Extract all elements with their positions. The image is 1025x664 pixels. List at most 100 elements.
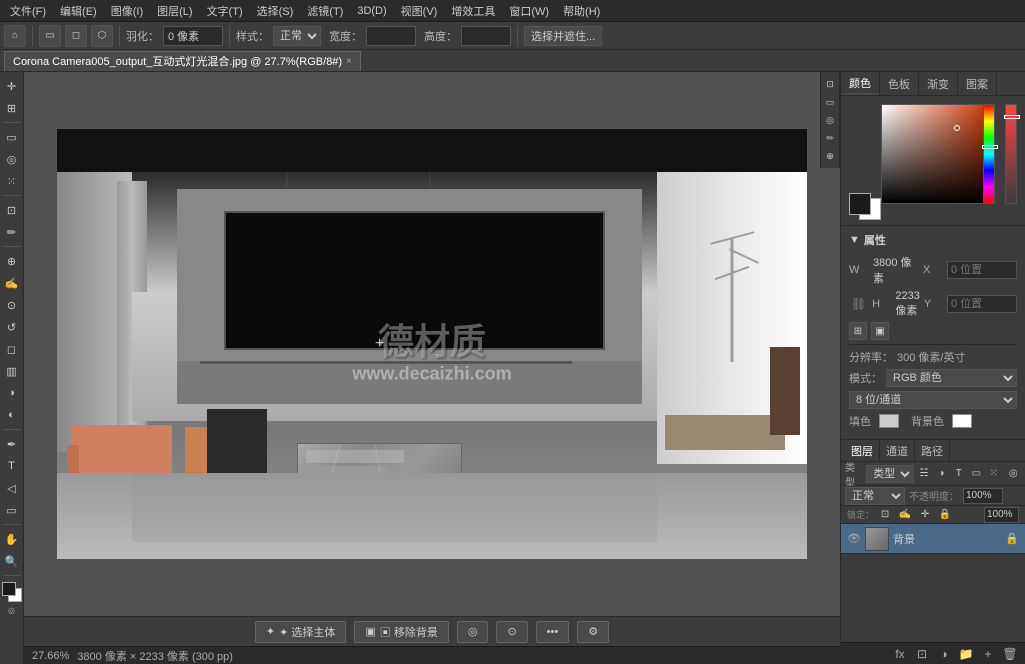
- foreground-color-swatch[interactable]: [2, 582, 16, 596]
- pen-tool[interactable]: ✒: [2, 434, 22, 454]
- crop-tool[interactable]: ⊡: [2, 200, 22, 220]
- panel-tab-swatches[interactable]: 色板: [880, 73, 919, 95]
- filter-adj-btn[interactable]: ◑: [934, 465, 949, 483]
- fill-input[interactable]: [984, 507, 1019, 523]
- lasso-tool[interactable]: ◎: [2, 149, 22, 169]
- height-input[interactable]: [461, 26, 511, 46]
- bottom-icon-3[interactable]: ◎: [457, 621, 489, 643]
- opacity-label: 不透明度：: [909, 488, 959, 503]
- quick-select-tool[interactable]: ⁙: [2, 171, 22, 191]
- select-mask-button[interactable]: 选择并遮住...: [524, 26, 602, 46]
- gradient-cursor: [954, 125, 960, 131]
- layer-fx-button[interactable]: fx: [891, 645, 909, 663]
- tab-close-button[interactable]: ×: [346, 56, 352, 67]
- layers-options: 正常 不透明度：: [841, 486, 1025, 506]
- fill-canvas-button[interactable]: ▣: [871, 322, 889, 340]
- filter-text-btn[interactable]: T: [951, 465, 966, 483]
- blur-tool[interactable]: ◑: [2, 383, 22, 403]
- eraser-tool[interactable]: ◻: [2, 339, 22, 359]
- bottom-more-button[interactable]: •••: [536, 621, 570, 643]
- filter-pixel-btn[interactable]: ☵: [916, 465, 931, 483]
- foreground-color-box[interactable]: [849, 193, 871, 215]
- eyedropper-tool[interactable]: ✏: [2, 222, 22, 242]
- filter-toggle-btn[interactable]: ◎: [1006, 465, 1021, 483]
- menu-text[interactable]: 文字(T): [201, 1, 249, 21]
- menu-window[interactable]: 窗口(W): [503, 1, 555, 21]
- menu-view[interactable]: 视图(V): [395, 1, 444, 21]
- tab-layers[interactable]: 图层: [845, 441, 880, 461]
- layer-new-button[interactable]: +: [979, 645, 997, 663]
- layer-item-background[interactable]: 👁 背景 🔒: [841, 524, 1025, 554]
- text-tool[interactable]: T: [2, 456, 22, 476]
- lock-all-btn[interactable]: 🔒: [936, 506, 954, 524]
- width-input[interactable]: [366, 26, 416, 46]
- panel-tab-gradient[interactable]: 渐变: [919, 73, 958, 95]
- layer-mask-button[interactable]: ⊡: [913, 645, 931, 663]
- lock-transparent-pixels-btn[interactable]: ⊡: [876, 506, 894, 524]
- y-position-input[interactable]: [947, 295, 1017, 313]
- gradient-tool[interactable]: ▥: [2, 361, 22, 381]
- canvas-container[interactable]: 德材质 www.decaizhi.com: [24, 72, 840, 616]
- layer-delete-button[interactable]: 🗑: [1001, 645, 1019, 663]
- dodge-tool[interactable]: ◐: [2, 405, 22, 425]
- menu-3d[interactable]: 3D(D): [351, 3, 392, 19]
- bottom-settings-button[interactable]: ⚙: [577, 621, 609, 643]
- lock-position-btn[interactable]: ✛: [916, 506, 934, 524]
- lock-image-pixels-btn[interactable]: ✍: [896, 506, 914, 524]
- blend-mode-select[interactable]: 正常: [845, 487, 905, 505]
- x-position-input[interactable]: [947, 261, 1017, 279]
- fill-color-swatch[interactable]: [879, 414, 899, 428]
- bottom-icon-4[interactable]: ⊙: [496, 621, 527, 643]
- menu-image[interactable]: 图像(I): [105, 1, 149, 21]
- lasso-button[interactable]: ◻: [65, 25, 87, 47]
- bit-depth-select[interactable]: 8 位/通道: [849, 391, 1017, 409]
- path-select-tool[interactable]: ◁: [2, 478, 22, 498]
- artboard-tool[interactable]: ⊞: [2, 98, 22, 118]
- menu-help[interactable]: 帮助(H): [557, 1, 606, 21]
- filter-shape-btn[interactable]: ▭: [969, 465, 984, 483]
- tab-channels[interactable]: 通道: [880, 441, 915, 461]
- spot-heal-tool[interactable]: ⊕: [2, 251, 22, 271]
- link-icon[interactable]: ⛓: [851, 297, 866, 311]
- brush-tool[interactable]: ✍: [2, 273, 22, 293]
- menu-edit[interactable]: 编辑(E): [54, 1, 103, 21]
- menu-file[interactable]: 文件(F): [4, 1, 52, 21]
- opacity-input[interactable]: [963, 488, 1003, 504]
- fit-canvas-button[interactable]: ⊞: [849, 322, 867, 340]
- stroke-color-swatch[interactable]: [952, 414, 972, 428]
- layer-group-button[interactable]: 📁: [957, 645, 975, 663]
- rect-marquee-tool[interactable]: ▭: [2, 127, 22, 147]
- color-gradient-picker[interactable]: [881, 104, 991, 204]
- hue-slider[interactable]: [983, 104, 995, 204]
- feather-input[interactable]: [163, 26, 223, 46]
- select-subject-button[interactable]: ✦ ✦ 选择主体: [255, 621, 347, 643]
- menu-select[interactable]: 选择(S): [251, 1, 300, 21]
- rect-select-button[interactable]: ▭: [39, 25, 61, 47]
- layer-adjustment-button[interactable]: ◑: [935, 645, 953, 663]
- panel-tab-pattern[interactable]: 图案: [958, 73, 997, 95]
- home-button[interactable]: ⌂: [4, 25, 26, 47]
- zoom-tool[interactable]: 🔍: [2, 551, 22, 571]
- remove-bg-button[interactable]: ▣ ▣ 移除背景: [354, 621, 448, 643]
- style-select[interactable]: 正常: [273, 26, 321, 46]
- menu-layer[interactable]: 图层(L): [151, 1, 198, 21]
- magic-wand-button[interactable]: ⬡: [91, 25, 113, 47]
- menu-filter[interactable]: 滤镜(T): [301, 1, 349, 21]
- document-tab[interactable]: Corona Camera005_output_互动式灯光混合.jpg @ 27…: [4, 51, 361, 71]
- table-item: [306, 450, 404, 463]
- tab-paths[interactable]: 路径: [915, 441, 950, 461]
- filter-smart-btn[interactable]: ⁙: [986, 465, 1001, 483]
- quick-mask-btn[interactable]: ◎: [8, 606, 15, 615]
- move-tool[interactable]: ✛: [2, 76, 22, 96]
- alpha-slider[interactable]: [1005, 104, 1017, 204]
- layer-visibility-toggle[interactable]: 👁: [847, 532, 861, 546]
- history-brush-tool[interactable]: ↺: [2, 317, 22, 337]
- color-mode-select[interactable]: RGB 颜色: [886, 369, 1017, 387]
- hand-tool[interactable]: ✋: [2, 529, 22, 549]
- filter-kind-select[interactable]: 类型: [866, 465, 914, 483]
- layers-tab-bar: 图层 通道 路径: [841, 440, 1025, 462]
- clone-tool[interactable]: ⊙: [2, 295, 22, 315]
- panel-tab-color[interactable]: 颜色: [841, 73, 880, 95]
- menu-plugins[interactable]: 增效工具: [445, 1, 501, 21]
- shape-tool[interactable]: ▭: [2, 500, 22, 520]
